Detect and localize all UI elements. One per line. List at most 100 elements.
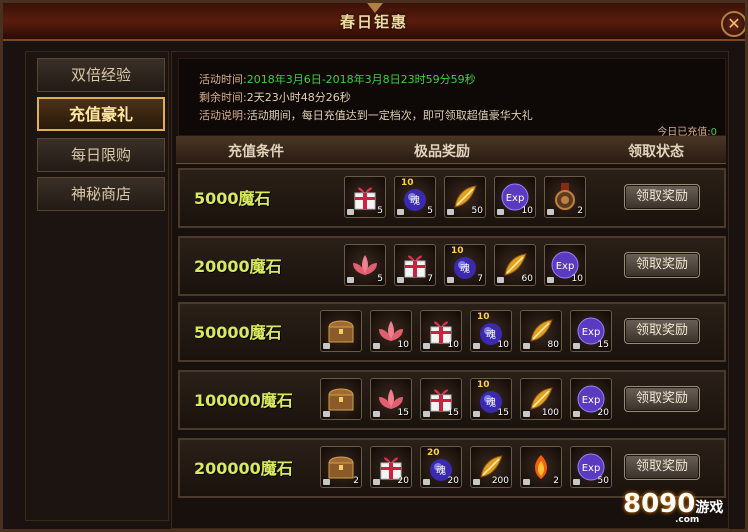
time-label: 活动时间: — [199, 73, 247, 86]
item-count: 20 — [597, 408, 609, 418]
lock-icon — [323, 343, 330, 349]
reward-slot[interactable]: Exp 50 — [570, 446, 612, 488]
lock-icon — [447, 277, 454, 283]
treasure-chest-icon — [325, 383, 357, 415]
lock-icon — [423, 411, 430, 417]
item-count: 15 — [447, 408, 459, 418]
claim-reward-button[interactable]: 领取奖励 — [624, 184, 700, 210]
lock-icon — [447, 209, 454, 215]
reward-slot[interactable]: 20 — [370, 446, 412, 488]
reward-slot[interactable]: 2 — [320, 446, 362, 488]
svg-text:魂: 魂 — [486, 396, 496, 409]
reward-slot[interactable]: 50 — [444, 176, 486, 218]
svg-text:Exp: Exp — [582, 463, 601, 474]
svg-text:魂: 魂 — [460, 262, 470, 275]
time-line: 活动时间:2018年3月6日-2018年3月8日23时59分59秒 — [199, 73, 476, 87]
claim-reward-button[interactable]: 领取奖励 — [624, 252, 700, 278]
reward-slot[interactable]: 魂 20 20 — [420, 446, 462, 488]
reward-slot[interactable]: 2 — [520, 446, 562, 488]
lock-icon — [423, 479, 430, 485]
treasure-chest-icon — [325, 451, 357, 483]
recharge-condition: 20000魔石 — [194, 257, 282, 276]
reward-slot[interactable]: 15 — [420, 378, 462, 420]
tab-daily-limited[interactable]: 每日限购 — [37, 138, 165, 172]
lock-icon — [573, 479, 580, 485]
remain-line: 剩余时间:2天23小时48分26秒 — [199, 91, 351, 105]
tab-recharge-gift[interactable]: 充值豪礼 — [37, 97, 165, 131]
tab-double-exp[interactable]: 双倍经验 — [37, 58, 165, 92]
treasure-chest-icon — [325, 315, 357, 347]
reward-slot[interactable]: 5 — [344, 176, 386, 218]
watermark-domain: .com — [675, 515, 700, 525]
reward-slot[interactable]: 10 — [370, 310, 412, 352]
item-count: 10 — [447, 340, 459, 350]
reward-slot[interactable]: 魂 10 15 — [470, 378, 512, 420]
reward-slot[interactable]: 5 — [344, 244, 386, 286]
close-button[interactable]: ✕ — [721, 11, 745, 37]
lock-icon — [473, 479, 480, 485]
lock-icon — [497, 277, 504, 283]
item-count: 7 — [477, 274, 483, 284]
reward-slot[interactable]: 7 — [394, 244, 436, 286]
claim-reward-button[interactable]: 领取奖励 — [624, 386, 700, 412]
table-header: 充值条件 极品奖励 领取状态 — [176, 136, 726, 164]
reward-slot[interactable]: Exp 10 — [494, 176, 536, 218]
recharge-condition: 50000魔石 — [194, 323, 282, 342]
header-reward: 极品奖励 — [414, 144, 470, 160]
reward-slot[interactable]: 魂 10 5 — [394, 176, 436, 218]
recharge-condition: 100000魔石 — [194, 391, 293, 410]
item-count: 80 — [547, 340, 559, 350]
lock-icon — [373, 479, 380, 485]
reward-slot[interactable]: Exp 20 — [570, 378, 612, 420]
reward-row: 100000魔石 15 15 魂 10 15 100 Exp 20 领取奖励 — [178, 370, 726, 430]
item-count: 5 — [377, 274, 383, 284]
item-count: 5 — [427, 206, 433, 216]
item-count: 20 — [447, 476, 459, 486]
reward-slot[interactable]: 魂 10 10 — [470, 310, 512, 352]
lock-icon — [347, 277, 354, 283]
medal-icon — [549, 181, 581, 213]
reward-slot[interactable]: 魂 10 7 — [444, 244, 486, 286]
claim-reward-button[interactable]: 领取奖励 — [624, 318, 700, 344]
svg-text:魂: 魂 — [436, 464, 446, 477]
lock-icon — [473, 343, 480, 349]
event-info: 活动时间:2018年3月6日-2018年3月8日23时59分59秒 剩余时间:2… — [178, 58, 726, 138]
item-count: 2 — [353, 476, 359, 486]
reward-slot[interactable]: 200 — [470, 446, 512, 488]
main-panel: 活动时间:2018年3月6日-2018年3月8日23时59分59秒 剩余时间:2… — [171, 51, 729, 529]
header-condition: 充值条件 — [228, 144, 284, 160]
reward-slot[interactable]: 80 — [520, 310, 562, 352]
lock-icon — [373, 343, 380, 349]
reward-slot[interactable]: 2 — [544, 176, 586, 218]
item-count: 15 — [597, 340, 609, 350]
tab-mystery-shop[interactable]: 神秘商店 — [37, 177, 165, 211]
reward-slot[interactable]: Exp 10 — [544, 244, 586, 286]
svg-text:Exp: Exp — [556, 261, 575, 272]
reward-slot[interactable]: 100 — [520, 378, 562, 420]
window-title: 春日钜惠 — [339, 13, 408, 31]
gift-box-icon — [399, 249, 431, 281]
reward-slot[interactable]: 15 — [370, 378, 412, 420]
reward-slot[interactable]: 10 — [420, 310, 462, 352]
svg-text:Exp: Exp — [582, 327, 601, 338]
item-level: 10 — [401, 178, 414, 188]
desc-label: 活动说明: — [199, 109, 247, 122]
claim-reward-button[interactable]: 领取奖励 — [624, 454, 700, 480]
reward-slot[interactable] — [320, 310, 362, 352]
header-status: 领取状态 — [628, 144, 684, 160]
svg-text:Exp: Exp — [506, 193, 525, 204]
reward-slot[interactable]: Exp 15 — [570, 310, 612, 352]
reward-slot[interactable] — [320, 378, 362, 420]
lock-icon — [523, 479, 530, 485]
lotus-icon — [349, 249, 381, 281]
reward-slot[interactable]: 60 — [494, 244, 536, 286]
recharge-condition: 200000魔石 — [194, 459, 293, 478]
item-count: 15 — [397, 408, 409, 418]
gift-box-icon — [349, 181, 381, 213]
svg-text:魂: 魂 — [486, 328, 496, 341]
lock-icon — [573, 343, 580, 349]
lock-icon — [547, 209, 554, 215]
watermark-suffix: 游戏 — [695, 500, 724, 516]
desc-line: 活动说明:活动期间，每日充值达到一定档次，即可领取超值豪华大礼 — [199, 109, 533, 123]
lock-icon — [397, 209, 404, 215]
